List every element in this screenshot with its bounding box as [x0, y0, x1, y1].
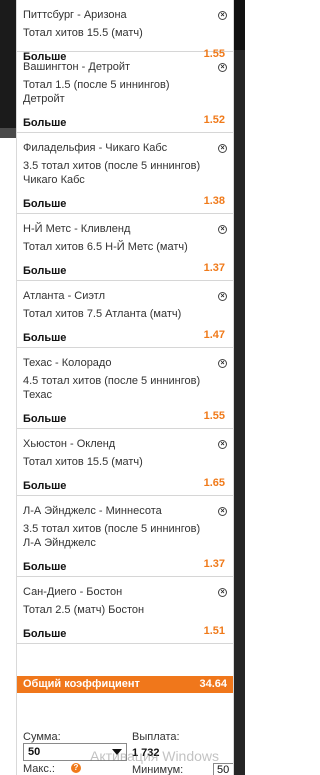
help-icon[interactable]: ?: [71, 763, 81, 773]
market-name: Тотал хитов 15.5 (матч): [23, 456, 143, 468]
match-name: Хьюстон - Окленд: [23, 438, 116, 450]
close-icon[interactable]: ×: [218, 11, 227, 20]
close-icon[interactable]: ×: [218, 359, 227, 368]
market-name: Тотал хитов 6.5 Н-Й Метс (матч): [23, 241, 188, 253]
close-icon[interactable]: ×: [218, 440, 227, 449]
selection-row: Больше 1.52: [23, 113, 227, 129]
match-name: Сан-Диего - Бостон: [23, 586, 123, 598]
selection-label: Больше: [23, 332, 67, 344]
odds-value: 1.65: [203, 477, 225, 489]
total-odds-bar: Общий коэффициент 34.64: [17, 676, 233, 693]
page-background-left: [0, 0, 16, 128]
odds-value: 1.55: [203, 410, 225, 422]
selection-row: Больше 1.47: [23, 328, 227, 344]
selection-row: Больше 1.37: [23, 261, 227, 277]
page-background-right: [234, 0, 245, 775]
page-background-left-lower: [0, 128, 16, 138]
selection-label: Больше: [23, 413, 67, 425]
bet-item: Н-Й Метс - Кливленд Тотал хитов 6.5 Н-Й М…: [17, 214, 233, 281]
odds-value: 1.37: [203, 558, 225, 570]
min-label: Минимум:: [132, 764, 184, 775]
match-name: Филадельфия - Чикаго Кабс: [23, 142, 168, 154]
min-stake-field[interactable]: 50: [213, 763, 233, 775]
windows-activation-watermark: Активация Windows: [90, 748, 220, 764]
bet-item: Хьюстон - Окленд Тотал хитов 15.5 (матч) Б…: [17, 429, 233, 496]
total-odds-value: 34.64: [199, 678, 227, 690]
close-icon[interactable]: ×: [218, 588, 227, 597]
bet-list: Питтсбург - Аризона Тотал хитов 15.5 (мат…: [17, 0, 233, 644]
odds-value: 1.47: [203, 329, 225, 341]
match-name: Питтсбург - Аризона: [23, 9, 127, 21]
selection-label: Больше: [23, 117, 67, 129]
market-name: Тотал хитов 15.5 (матч): [23, 27, 143, 39]
selection-label: Больше: [23, 198, 67, 210]
close-icon[interactable]: ×: [218, 292, 227, 301]
bet-slip: Питтсбург - Аризона Тотал хитов 15.5 (мат…: [16, 0, 234, 775]
selection-label: Больше: [23, 561, 67, 573]
payout-label: Выплата:: [132, 731, 180, 743]
odds-value: 1.37: [203, 262, 225, 274]
sum-label: Сумма:: [23, 731, 61, 743]
match-name: Вашингтон - Детройт: [23, 61, 131, 73]
market-name: 3.5 тотал хитов (после 5 иннингов) Л-А Э…: [23, 523, 201, 549]
selection-row: Больше 1.38: [23, 194, 227, 210]
total-odds-label: Общий коэффициент: [23, 678, 140, 690]
selection-row: Больше 1.37: [23, 557, 227, 573]
market-name: Тотал хитов 7.5 Атланта (матч): [23, 308, 182, 320]
odds-value: 1.51: [203, 625, 225, 637]
market-name: Тотал 2.5 (матч) Бостон: [23, 604, 145, 616]
bet-item: Сан-Диего - Бостон Тотал 2.5 (матч) Босто…: [17, 577, 233, 644]
market-name: 3.5 тотал хитов (после 5 иннингов) Чикаг…: [23, 160, 201, 186]
close-icon[interactable]: ×: [218, 507, 227, 516]
market-name: 4.5 тотал хитов (после 5 иннингов) Техас: [23, 375, 201, 401]
bet-item: Филадельфия - Чикаго Кабс 3.5 тотал хитов…: [17, 133, 233, 214]
odds-value: 1.38: [203, 195, 225, 207]
selection-label: Больше: [23, 628, 67, 640]
selection-row: Больше 1.51: [23, 624, 227, 640]
match-name: Н-Й Метс - Кливленд: [23, 223, 131, 235]
selection-label: Больше: [23, 265, 67, 277]
odds-value: 1.52: [203, 114, 225, 126]
selection-row: Больше 1.65: [23, 476, 227, 492]
bet-item: Питтсбург - Аризона Тотал хитов 15.5 (мат…: [17, 0, 233, 63]
page-background-right-top: [234, 0, 245, 50]
match-name: Техас - Колорадо: [23, 357, 112, 369]
selection-label: Больше: [23, 480, 67, 492]
max-label: Макс.:: [23, 763, 55, 775]
match-name: Атланта - Сиэтл: [23, 290, 105, 302]
stake-amount-value: 50: [28, 746, 41, 758]
market-name: Тотал 1.5 (после 5 иннингов) Детройт: [23, 79, 170, 105]
close-icon[interactable]: ×: [218, 144, 227, 153]
bet-item: Техас - Колорадо 4.5 тотал хитов (после 5…: [17, 348, 233, 429]
bet-item: Атланта - Сиэтл Тотал хитов 7.5 Атланта (…: [17, 281, 233, 348]
selection-row: Больше 1.55: [23, 409, 227, 425]
close-icon[interactable]: ×: [218, 63, 227, 72]
match-name: Л-А Эйнджелс - Миннесота: [23, 505, 162, 517]
bet-item: Л-А Эйнджелс - Миннесота 3.5 тотал хитов …: [17, 496, 233, 577]
close-icon[interactable]: ×: [218, 225, 227, 234]
bet-item: Вашингтон - Детройт Тотал 1.5 (после 5 ин…: [17, 52, 233, 133]
